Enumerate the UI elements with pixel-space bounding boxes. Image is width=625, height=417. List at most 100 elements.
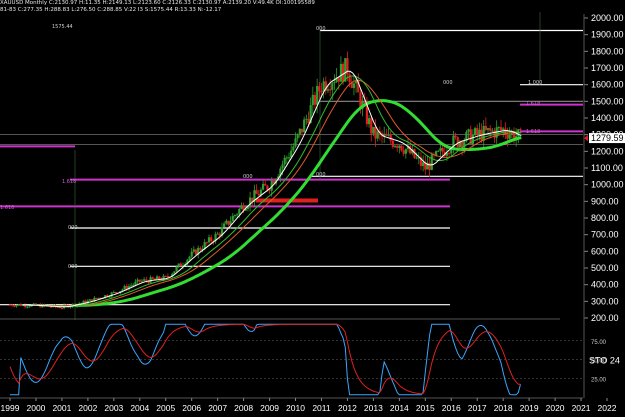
candle-body [376, 131, 379, 139]
candle-body [374, 126, 377, 139]
candle-body [13, 305, 16, 307]
price-axis-label: 1900.00 [591, 30, 624, 40]
candle-body [218, 233, 221, 236]
candle-body [316, 86, 319, 105]
price-axis-label: 1000.00 [591, 180, 624, 190]
candle-body [398, 145, 401, 148]
chart-canvas[interactable]: 000 000 000 000 000 1.000 000 1.618 1.618 1.618 1.… [0, 0, 625, 417]
candle-body [60, 307, 64, 309]
candle-body [298, 128, 301, 135]
x-axis-year: 2015 [416, 403, 435, 413]
candle-body [261, 183, 265, 190]
candle-body [123, 286, 126, 290]
candle-body [439, 147, 442, 151]
level-tag: 000 [68, 225, 78, 231]
x-axis-year: 2010 [286, 403, 305, 413]
candle-body [140, 280, 144, 282]
top-left-value: 1575.44 [52, 24, 73, 30]
candle-body [385, 133, 388, 136]
candle-body [454, 135, 457, 138]
candle-body [484, 125, 487, 130]
x-axis-year: 2012 [338, 403, 357, 413]
candle-body [205, 242, 208, 244]
x-axis-year: 2016 [442, 403, 461, 413]
candle-body [303, 119, 306, 133]
candle-body [188, 256, 191, 260]
candle-body [287, 157, 291, 159]
candle-body [400, 145, 403, 151]
x-axis-year: 2021 [572, 403, 591, 413]
level-tag: 000 [316, 26, 326, 32]
x-axis-year: 2009 [260, 403, 279, 413]
candle-body [257, 193, 260, 196]
price-axis-label: 300.00 [591, 296, 619, 306]
candle-body [372, 126, 375, 134]
candle-body [491, 130, 494, 132]
candle-body [387, 134, 390, 136]
candle-body [19, 304, 22, 306]
candle-body [138, 279, 141, 282]
candle-body [329, 89, 332, 91]
candle-body [311, 94, 314, 106]
candle-body [130, 285, 133, 287]
candle-body [352, 83, 356, 88]
candle-body [348, 74, 351, 83]
x-axis-year: 1999 [1, 403, 20, 413]
candle-body [15, 305, 18, 307]
candle-body [450, 149, 453, 154]
candle-body [164, 275, 167, 277]
candle-body [391, 140, 394, 147]
candle-body [296, 134, 299, 139]
x-axis-year: 2011 [312, 403, 331, 413]
x-axis-year: 2004 [130, 403, 149, 413]
candle-body [227, 220, 230, 225]
level-tag: 000 [68, 264, 78, 270]
candle-body [300, 128, 304, 133]
candle-body [207, 237, 211, 243]
candle-body [264, 183, 267, 186]
candle-body [333, 82, 336, 84]
x-axis-year: 2017 [468, 403, 487, 413]
candle-body [476, 128, 479, 135]
candle-body [17, 304, 20, 306]
candle-body [519, 129, 522, 131]
candle-body [486, 128, 490, 130]
x-axis-year: 2014 [390, 403, 409, 413]
candle-body [318, 86, 321, 92]
candle-body [210, 237, 213, 242]
price-axis-label: 900.00 [591, 196, 619, 206]
candle-body [114, 291, 118, 293]
candle-body [190, 251, 193, 257]
candle-body [175, 266, 178, 272]
candle-body [132, 284, 135, 286]
candle-body [441, 147, 444, 152]
fib-label: 1.618 [526, 129, 540, 135]
price-axis-label: 500.00 [591, 263, 619, 273]
candle-body [435, 151, 438, 156]
candle-body [415, 157, 418, 159]
candle-body [508, 134, 511, 139]
candle-body [223, 223, 226, 228]
candle-body [28, 306, 31, 308]
candle-body [506, 134, 509, 139]
candle-body [112, 291, 115, 293]
candle-body [502, 128, 505, 130]
price-axis-label: 1100.00 [591, 163, 623, 173]
candle-body [179, 263, 182, 267]
fib-label: 1.618 [62, 179, 76, 185]
price-axis-label: 1500.00 [591, 96, 624, 106]
candle-body [194, 249, 198, 255]
x-axis-year: 2018 [494, 403, 513, 413]
candle-body [326, 89, 330, 91]
level-tag: 000 [243, 174, 253, 180]
candle-body [467, 129, 470, 132]
candle-body [497, 127, 500, 129]
candle-body [192, 249, 195, 252]
price-axis-label: 2000.00 [591, 13, 624, 23]
candle-body [430, 154, 433, 170]
candle-body [82, 300, 85, 303]
candle-body [145, 279, 148, 281]
price-axis-label: 1200.00 [591, 146, 624, 156]
candle-body [281, 164, 284, 169]
candle-body [342, 63, 345, 82]
